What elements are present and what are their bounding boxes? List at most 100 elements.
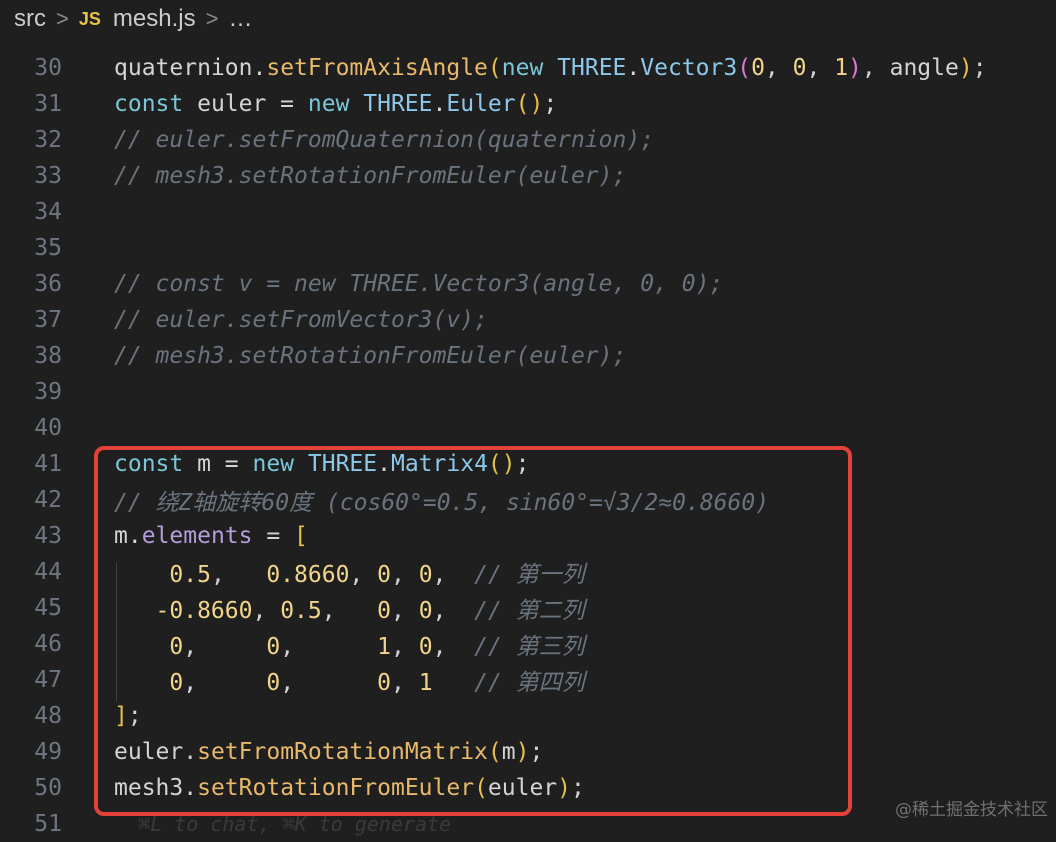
code-token: // 第二列 [474, 598, 585, 624]
code-token: , [280, 670, 378, 696]
line-number: 39 [34, 379, 62, 405]
breadcrumb-more[interactable]: … [228, 5, 252, 33]
code-token: ) [557, 775, 572, 801]
code-line[interactable]: 36 // const v = new THREE.Vector3(angle, … [0, 266, 1056, 302]
code-token: 0 [377, 598, 391, 624]
code-token: m = [197, 451, 253, 477]
code-token: , [390, 598, 419, 624]
code-token: setFromAxisAngle [266, 55, 488, 81]
code-token: THREE [307, 451, 378, 477]
line-number: 30 [34, 55, 62, 81]
code-text: // euler.setFromQuaternion(quaternion); [114, 127, 655, 153]
code-line[interactable]: 47 0, 0, 0, 1 // 第四列 [0, 662, 1056, 698]
line-number: 48 [34, 703, 62, 729]
code-line[interactable]: 43 m.elements = [ [0, 518, 1056, 554]
code-line[interactable]: 31 const euler = new THREE.Euler(); [0, 86, 1056, 122]
code-text: // euler.setFromVector3(v); [114, 307, 488, 333]
watermark: @稀土掘金技术社区 [895, 800, 1048, 820]
code-line[interactable]: 49 euler.setFromRotationMatrix(m); [0, 734, 1056, 770]
code-token: , [391, 634, 419, 660]
code-token: ] [114, 703, 128, 729]
code-text: // mesh3.setRotationFromEuler(euler); [114, 163, 627, 189]
code-token: . [377, 451, 391, 477]
code-line[interactable]: 33 // mesh3.setRotationFromEuler(euler); [0, 158, 1056, 194]
code-token: ; [529, 739, 544, 765]
code-line[interactable]: 45 -0.8660, 0.5, 0, 0, // 第二列 [0, 590, 1056, 626]
code-token: 0 [751, 55, 765, 81]
code-token: . [183, 775, 198, 801]
breadcrumb-file[interactable]: mesh.js [113, 5, 196, 33]
code-token: setFromRotationMatrix [197, 739, 488, 765]
code-token: ) [958, 55, 973, 81]
code-line[interactable]: 35 [0, 230, 1056, 266]
code-line[interactable]: 30 quaternion.setFromAxisAngle(new THREE.… [0, 50, 1056, 86]
code-token: , [390, 562, 419, 588]
code-token: ( [737, 55, 752, 81]
code-token: elements [141, 523, 253, 549]
code-text: const euler = new THREE.Euler(); [114, 91, 557, 117]
code-token: mesh3 [114, 775, 184, 801]
code-token: m [501, 739, 516, 765]
line-number: 40 [34, 415, 62, 441]
code-token: ) [848, 55, 862, 81]
code-token: 0 [792, 55, 807, 81]
code-token: 1 [377, 634, 391, 660]
code-token: euler [114, 739, 184, 765]
code-token: ; [571, 775, 585, 801]
code-line[interactable]: 41 const m = new THREE.Matrix4(); [0, 446, 1056, 482]
code-token: new [252, 451, 308, 477]
code-line[interactable]: 48]; [0, 698, 1056, 734]
code-token: 0 [169, 634, 184, 660]
chevron-right-icon: > [56, 6, 69, 31]
code-line[interactable]: 32 // euler.setFromQuaternion(quaternion)… [0, 122, 1056, 158]
line-number: 43 [34, 523, 62, 549]
code-line[interactable]: 37 // euler.setFromVector3(v); [0, 302, 1056, 338]
code-text: 0.5, 0.8660, 0, 0, // 第一列 [114, 555, 584, 589]
code-token: , [432, 598, 475, 624]
code-token: , [432, 634, 475, 660]
code-token: ; [972, 55, 987, 81]
code-token: . [183, 739, 198, 765]
code-token: . [252, 55, 267, 81]
code-token: , [183, 670, 267, 696]
code-line[interactable]: 34 [0, 194, 1056, 230]
code-line[interactable]: 44 0.5, 0.8660, 0, 0, // 第一列 [0, 554, 1056, 590]
code-line[interactable]: 40 [0, 410, 1056, 446]
line-number: 32 [34, 127, 62, 153]
code-token: , [210, 562, 267, 588]
code-token: THREE [363, 91, 433, 117]
code-text: euler.setFromRotationMatrix(m); [114, 739, 543, 765]
code-token: euler [487, 775, 558, 801]
code-token: new [307, 91, 364, 117]
code-line[interactable]: 38 // mesh3.setRotationFromEuler(euler); [0, 338, 1056, 374]
code-token: [ [294, 523, 308, 549]
code-token: 0.8660 [266, 562, 350, 588]
indent-guide [116, 563, 117, 701]
code-token: Euler [446, 91, 516, 117]
breadcrumb-folder[interactable]: src [14, 5, 46, 33]
code-text: // 绕Z轴旋转60度 (cos60°=0.5, sin60°=√3/2≈0.8… [114, 490, 770, 516]
code-text: m.elements = [ [114, 523, 308, 549]
code-token: setRotationFromEuler [197, 775, 475, 801]
code-text: const m = new THREE.Matrix4(); [114, 451, 529, 477]
code-text: // mesh3.setRotationFromEuler(euler); [114, 343, 627, 369]
code-text: // const v = new THREE.Vector3(angle, 0,… [114, 271, 724, 297]
code-token: , [391, 670, 419, 696]
line-number: 37 [34, 307, 62, 333]
code-line[interactable]: 42 // 绕Z轴旋转60度 (cos60°=0.5, sin60°=√3/2≈0… [0, 482, 1056, 518]
code-token: ; [127, 703, 142, 729]
code-token: , [252, 598, 281, 624]
code-line[interactable]: 46 0, 0, 1, 0, // 第三列 [0, 626, 1056, 662]
code-token: const [114, 91, 198, 117]
line-number: 33 [34, 163, 62, 189]
line-number: 35 [34, 235, 62, 261]
code-text: -0.8660, 0.5, 0, 0, // 第二列 [114, 591, 585, 625]
line-number: 34 [34, 199, 62, 225]
code-token: ( [487, 55, 502, 81]
line-number: 36 [34, 271, 62, 297]
code-token: 0 [169, 670, 184, 696]
code-line[interactable]: 39 [0, 374, 1056, 410]
code-token: , [764, 55, 793, 81]
